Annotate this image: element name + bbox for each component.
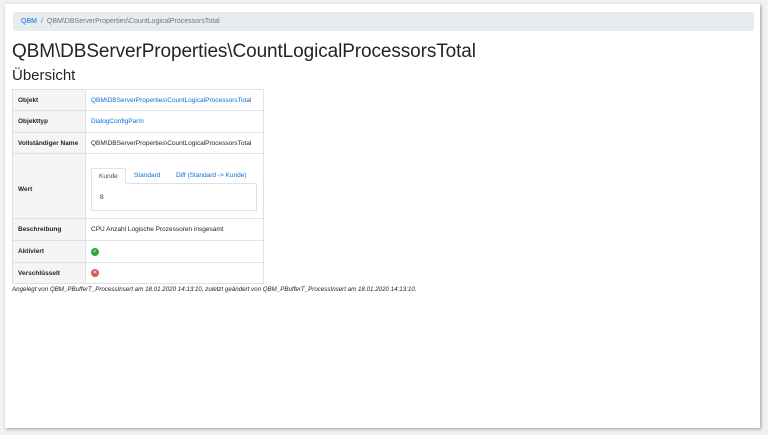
objekttyp-link[interactable]: DialogConfigParm: [91, 118, 144, 125]
breadcrumb-separator: /: [40, 18, 43, 25]
beschreibung-label: Beschreibung: [12, 218, 86, 241]
objekt-label: Objekt: [12, 89, 86, 111]
wert-tabs: Kunde Standard Diff (Standard -> Kunde): [91, 168, 258, 184]
tab-standard[interactable]: Standard: [127, 168, 167, 184]
check-circle-icon: ✓: [91, 247, 99, 256]
wert-tab-panel: 8: [91, 183, 257, 211]
vollstaendiger-name-value: QBM\DBServerProperties\CountLogicalProce…: [85, 132, 264, 154]
breadcrumb-link-qbm[interactable]: QBM: [21, 18, 37, 25]
properties-table: Objekt QBM\DBServerProperties\CountLogic…: [12, 89, 264, 284]
beschreibung-value: CPU Anzahl Logische Prozessoren insgesam…: [85, 218, 264, 241]
breadcrumb: QBM / QBM\DBServerProperties\CountLogicalP…: [13, 12, 754, 31]
vollstaendiger-name-label: Vollständiger Name: [12, 132, 86, 154]
table-row: Objekt QBM\DBServerProperties\CountLogic…: [12, 89, 264, 111]
table-row: Wert Kunde Standard Diff (Standard -> Ku…: [12, 153, 264, 219]
page-frame: QBM / QBM\DBServerProperties\CountLogicalP…: [5, 4, 760, 428]
wert-label: Wert: [12, 153, 86, 219]
section-title: Übersicht: [12, 67, 76, 84]
objekt-link[interactable]: QBM\DBServerProperties\CountLogicalProce…: [91, 97, 251, 104]
wert-cell: Kunde Standard Diff (Standard -> Kunde) …: [85, 153, 264, 219]
audit-note: Angelegt von QBM_PBufferT_ProcessInsert …: [12, 286, 417, 293]
table-row: Aktiviert ✓: [12, 240, 264, 263]
objekttyp-label: Objekttyp: [12, 110, 86, 133]
x-circle-icon: ✕: [91, 269, 99, 277]
wert-value: 8: [100, 194, 104, 201]
table-row: Vollständiger Name QBM\DBServerPropertie…: [12, 132, 264, 154]
aktiviert-label: Aktiviert: [12, 240, 86, 263]
verschluesselt-label: Verschlüsselt: [12, 262, 86, 284]
table-row: Verschlüsselt ✕: [12, 262, 264, 284]
table-row: Beschreibung CPU Anzahl Logische Prozess…: [12, 218, 264, 241]
tab-diff[interactable]: Diff (Standard -> Kunde): [169, 168, 254, 184]
breadcrumb-current: QBM\DBServerProperties\CountLogicalProce…: [46, 18, 220, 25]
page-title: QBM\DBServerProperties\CountLogicalProce…: [12, 41, 476, 62]
table-row: Objekttyp DialogConfigParm: [12, 110, 264, 133]
tab-kunde[interactable]: Kunde: [91, 168, 126, 184]
